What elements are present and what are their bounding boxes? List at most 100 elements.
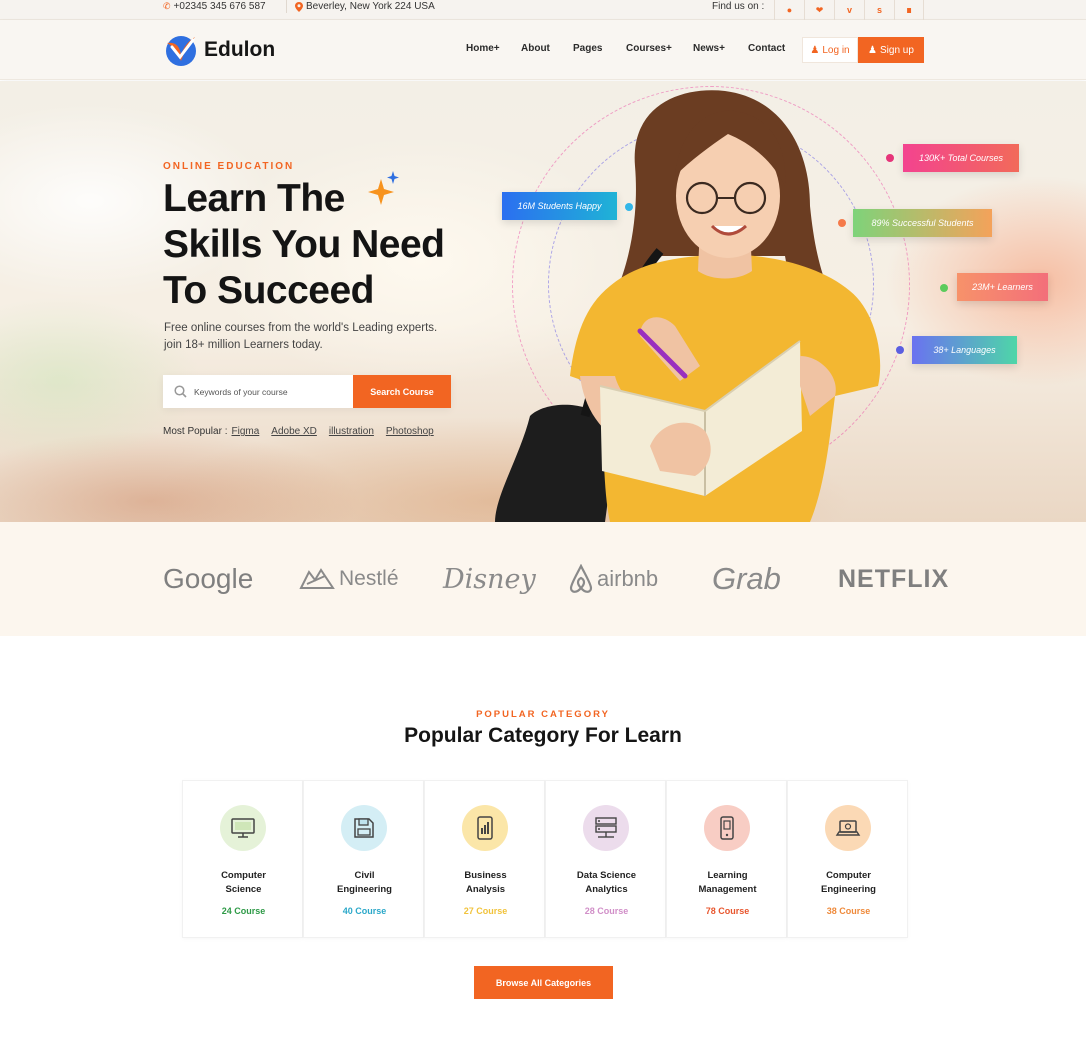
dot-green — [940, 284, 948, 292]
signup-label: Sign up — [880, 44, 914, 56]
vimeo-icon[interactable]: v — [834, 0, 864, 20]
nav-courses[interactable]: Courses+ — [626, 43, 693, 54]
find-us-label: Find us on : — [712, 1, 765, 12]
nestle-bird-icon — [299, 568, 335, 589]
nav-home[interactable]: Home+ — [466, 43, 521, 54]
course-search: Keywords of your course Search Course — [163, 375, 451, 408]
search-placeholder: Keywords of your course — [194, 386, 288, 397]
phone-info[interactable]: ✆ +02345 345 676 587 — [163, 0, 266, 13]
brand-netflix: NETFLIX — [838, 562, 949, 596]
dot-blue — [625, 203, 633, 211]
category-cards: Computer Science 24 Course Civil Engineeri… — [182, 780, 908, 938]
category-name-line-1: Computer — [221, 870, 266, 881]
nav-about[interactable]: About — [521, 43, 573, 54]
brand-grab-text: Grab — [712, 561, 781, 596]
user-icon: ♟ — [810, 44, 820, 56]
nav-news[interactable]: News+ — [693, 43, 748, 54]
category-card-learning-management[interactable]: Learning Management 78 Course — [666, 780, 787, 938]
map-pin-icon — [295, 1, 303, 12]
category-name-line-2: Science — [225, 884, 262, 895]
dot-orange — [838, 219, 846, 227]
skype-icon[interactable]: s — [864, 0, 894, 20]
brand-netflix-text: NETFLIX — [838, 564, 950, 593]
address-info: Beverley, New York 224 USA — [286, 0, 435, 13]
search-course-button[interactable]: Search Course — [353, 375, 451, 408]
tag-students-happy: 16M Students Happy — [502, 192, 617, 220]
category-card-business-analysis[interactable]: Business Analysis 27 Course — [424, 780, 545, 938]
category-name: Civil Engineering — [304, 869, 425, 897]
popular-link-figma[interactable]: Figma — [231, 426, 259, 437]
search-input[interactable]: Keywords of your course — [163, 375, 353, 408]
category-card-data-science[interactable]: Data Science Analytics 28 Course — [545, 780, 666, 938]
logo[interactable]: Edulon — [163, 33, 275, 67]
signup-button[interactable]: ♟ Sign up — [858, 37, 924, 63]
category-name-line-2: Management — [698, 884, 757, 895]
phone-icon: ✆ — [163, 1, 171, 11]
login-button[interactable]: ♟ Log in — [802, 37, 858, 63]
dot-pink — [886, 154, 894, 162]
hero-section: ONLINE EDUCATION Learn The Skills You Ne… — [0, 81, 1086, 522]
brand-grab: Grab — [712, 561, 781, 596]
twitter-icon[interactable]: ❤ — [804, 0, 834, 20]
brand-disney: Disney — [443, 562, 536, 596]
logo-text: Edulon — [204, 38, 276, 61]
popular-link-photoshop[interactable]: Photoshop — [386, 426, 434, 437]
popular-link-adobe-xd[interactable]: Adobe XD — [271, 426, 317, 437]
laptop-icon — [825, 805, 871, 851]
category-name-line-1: Learning — [707, 870, 748, 881]
category-name: Computer Engineering — [788, 869, 909, 897]
category-name: Learning Management — [667, 869, 788, 897]
phone-number: +02345 345 676 587 — [173, 1, 266, 12]
hero-subtitle: Free online courses from the world's Lea… — [164, 320, 444, 354]
tablet-chart-icon — [462, 805, 508, 851]
category-eyebrow: POPULAR CATEGORY — [476, 709, 610, 720]
brand-google-text: Google — [163, 563, 254, 594]
category-card-civil-engineering[interactable]: Civil Engineering 40 Course — [303, 780, 424, 938]
browse-all-categories-button[interactable]: Browse All Categories — [474, 966, 613, 999]
brand-nestle: Nestlé — [299, 562, 399, 596]
nav-contact[interactable]: Contact — [748, 43, 803, 54]
users-icon: ♟ — [868, 44, 878, 56]
category-count: 40 Course — [342, 906, 387, 916]
category-card-computer-science[interactable]: Computer Science 24 Course — [182, 780, 303, 938]
login-label: Log in — [822, 44, 850, 56]
category-name: Business Analysis — [425, 869, 546, 897]
site-header: Edulon Home+ About Pages Courses+ News+ … — [0, 20, 1086, 80]
brand-disney-text: Disney — [443, 563, 536, 595]
category-name-line-1: Computer — [826, 870, 871, 881]
nav-pages[interactable]: Pages — [573, 43, 626, 54]
top-bar: ✆ +02345 345 676 587 Beverley, New York … — [0, 0, 1086, 20]
address-text: Beverley, New York 224 USA — [306, 1, 435, 12]
popular-link-illustration[interactable]: illustration — [329, 426, 374, 437]
category-count: 24 Course — [221, 906, 266, 916]
category-card-computer-engineering[interactable]: Computer Engineering 38 Course — [787, 780, 908, 938]
tag-learners: 23M+ Learners — [957, 273, 1048, 301]
phone-device-icon — [704, 805, 750, 851]
pinterest-icon[interactable]: ● — [774, 0, 804, 20]
search-icon — [174, 385, 187, 398]
hero-subtitle-line-1: Free online courses from the world's Lea… — [164, 322, 438, 334]
brand-logos: Google Nestlé Disney airbnb Grab NETFLIX — [0, 522, 1086, 636]
dot-purple — [896, 346, 904, 354]
most-popular-label: Most Popular : — [163, 426, 228, 437]
social-links: ● ❤ v s ∎ — [774, 0, 924, 20]
category-count: 27 Course — [463, 906, 508, 916]
airbnb-icon — [569, 564, 593, 593]
tag-successful-students: 89% Successful Students — [853, 209, 992, 237]
hero-title-line-3: To Succeed — [163, 269, 375, 312]
server-icon — [583, 805, 629, 851]
hero-title-line-2: Skills You Need — [163, 223, 445, 266]
hero-title: Learn The Skills You Need To Succeed — [163, 176, 463, 314]
rss-icon[interactable]: ∎ — [894, 0, 924, 20]
hero-subtitle-line-2: join 18+ million Learners today. — [164, 339, 323, 351]
category-name-line-2: Analysis — [465, 884, 506, 895]
category-name-line-2: Engineering — [821, 884, 876, 895]
category-name: Data Science Analytics — [546, 869, 667, 897]
category-title: Popular Category For Learn — [404, 724, 682, 747]
tag-total-courses: 130K+ Total Courses — [903, 144, 1019, 172]
category-name-line-1: Business — [464, 870, 507, 881]
category-count: 28 Course — [584, 906, 629, 916]
main-nav: Home+ About Pages Courses+ News+ Contact — [466, 43, 803, 54]
category-count: 38 Course — [826, 906, 871, 916]
sparkle-icon — [368, 171, 399, 205]
